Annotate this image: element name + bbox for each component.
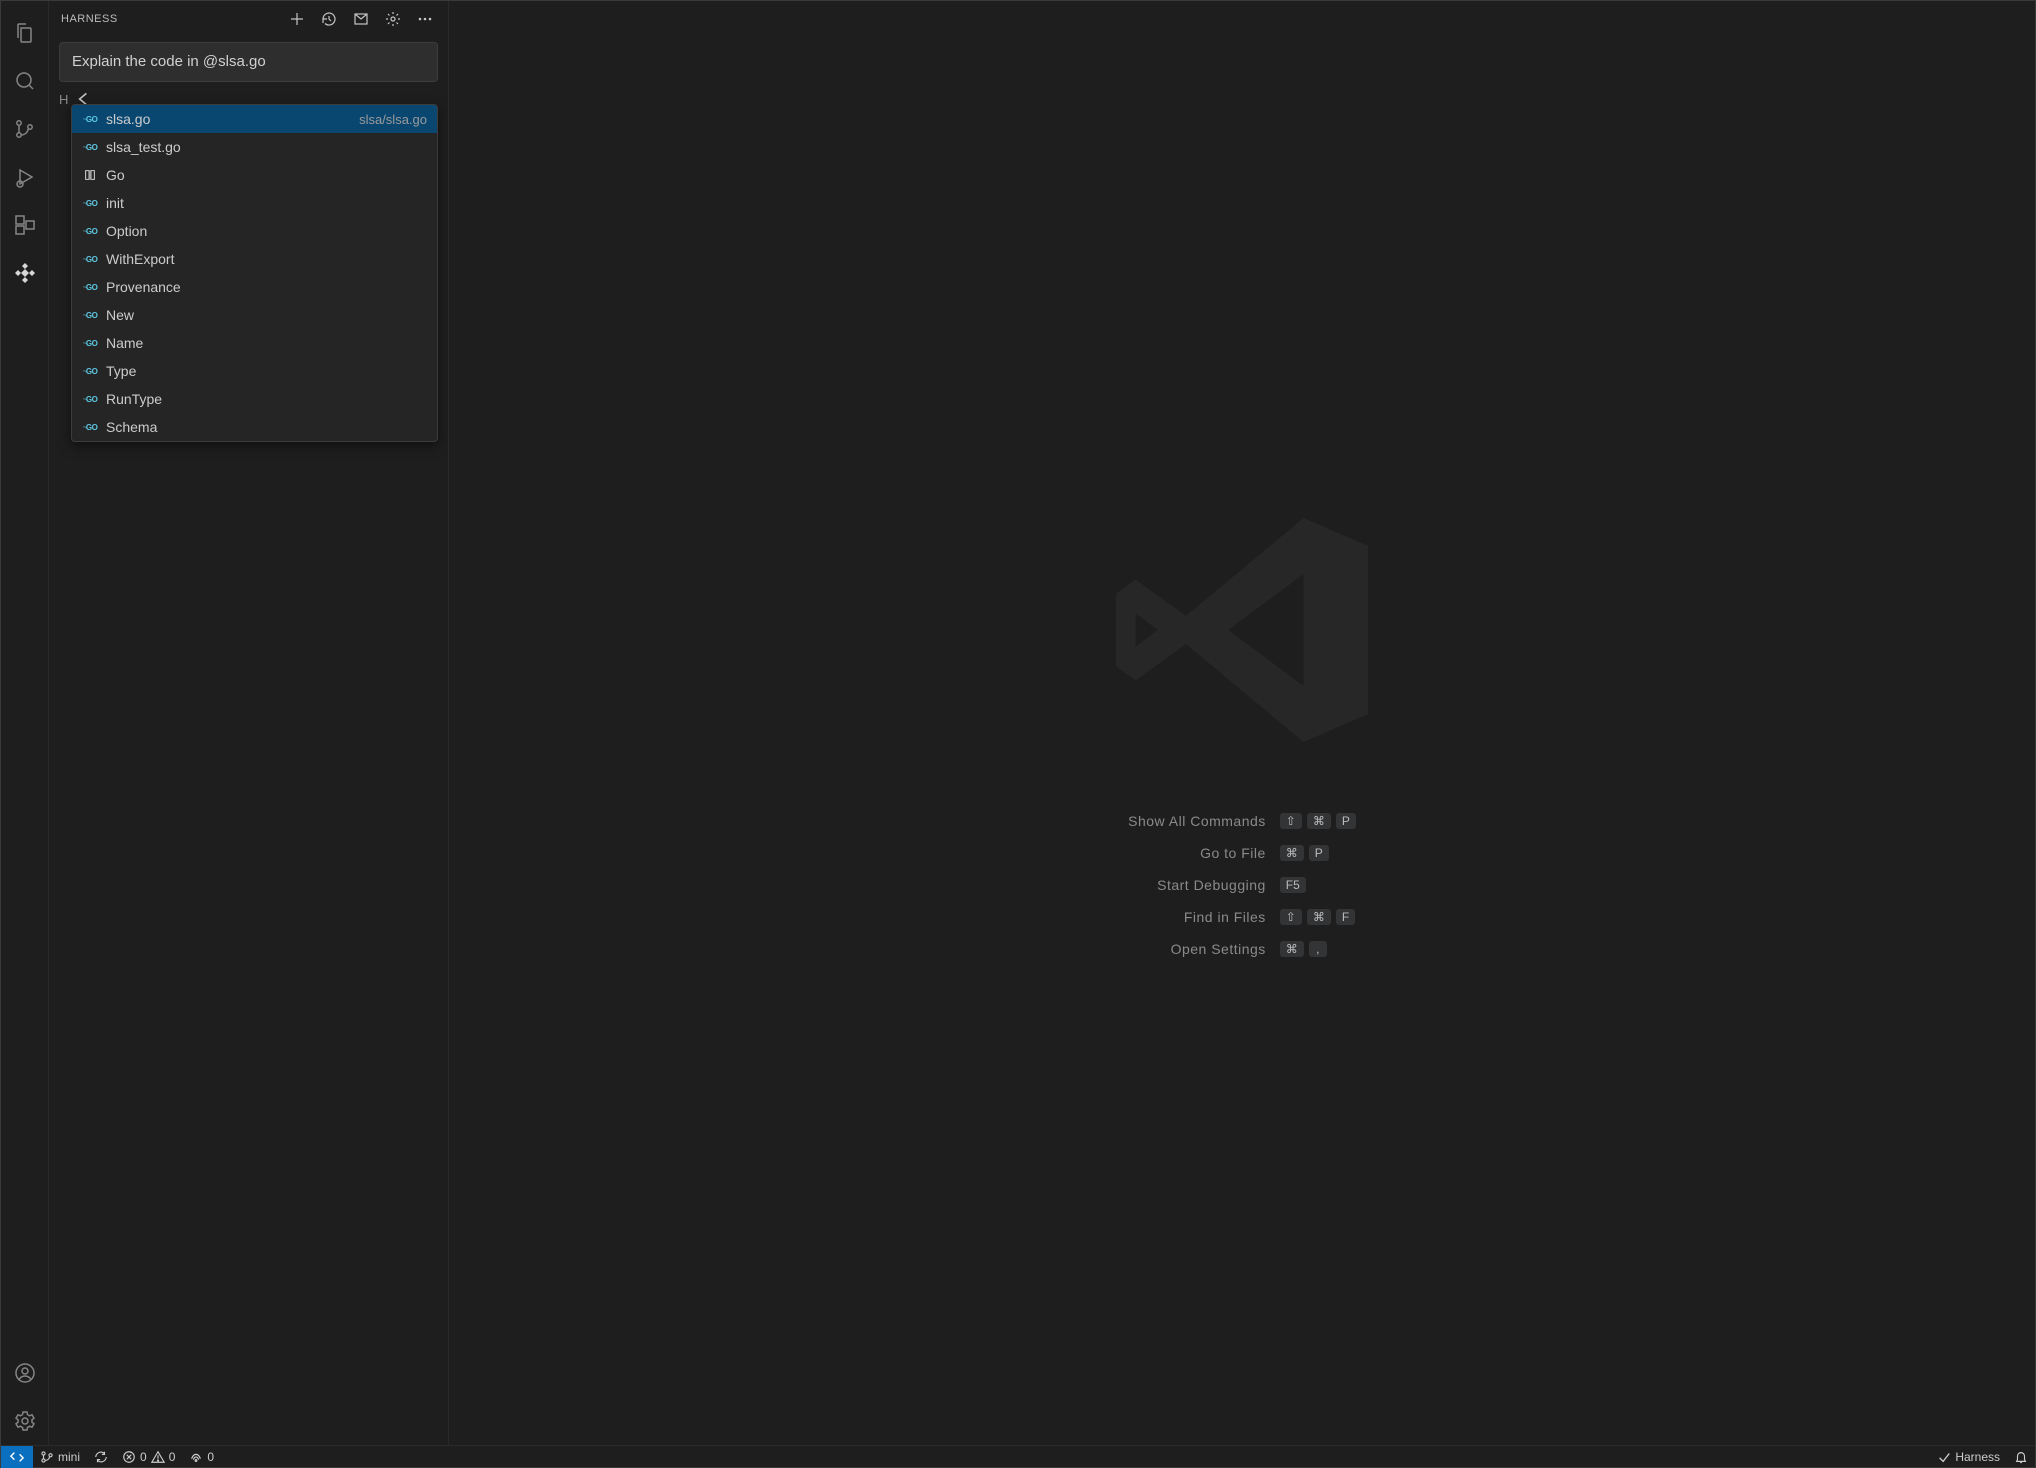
suggestion-label: Schema (106, 419, 157, 435)
key: F5 (1280, 877, 1306, 893)
status-problems[interactable]: 0 0 (115, 1446, 182, 1467)
suggestion-item[interactable]: GO slsa_test.go (72, 133, 437, 161)
suggestion-item[interactable]: GO slsa.go slsa/slsa.go (72, 105, 437, 133)
suggestion-item[interactable]: GO Option (72, 217, 437, 245)
error-count: 0 (140, 1450, 147, 1464)
suggestion-item[interactable]: GO Type (72, 357, 437, 385)
accounts-icon[interactable] (1, 1349, 49, 1397)
sidebar-panel: HARNESS (49, 1, 449, 1445)
go-file-icon: GO (82, 283, 98, 292)
shortcut-keys: ⌘, (1280, 941, 1356, 957)
shortcut-keys: ⌘P (1280, 845, 1356, 861)
suggestion-item[interactable]: GO RunType (72, 385, 437, 413)
status-harness-label: Harness (1955, 1450, 2000, 1464)
key: P (1309, 845, 1329, 861)
hint-prefix: H (59, 92, 68, 107)
sidebar-header-actions (286, 8, 436, 30)
key: , (1309, 941, 1327, 957)
go-file-icon: GO (82, 143, 98, 152)
branch-name: mini (58, 1450, 80, 1464)
go-file-icon: GO (82, 339, 98, 348)
status-harness[interactable]: Harness (1930, 1446, 2007, 1467)
new-chat-icon[interactable] (286, 8, 308, 30)
suggestion-item[interactable]: GO Provenance (72, 273, 437, 301)
suggestion-label: Name (106, 335, 143, 351)
go-file-icon: GO (82, 227, 98, 236)
go-file-icon: GO (82, 255, 98, 264)
key: ⇧ (1280, 909, 1302, 925)
warning-count: 0 (169, 1450, 176, 1464)
shortcut-label: Open Settings (1128, 941, 1266, 957)
main-area: HARNESS (1, 1, 2035, 1445)
status-bar: mini 0 0 0 Harness (1, 1445, 2035, 1467)
sidebar-header: HARNESS (49, 1, 448, 36)
settings-gear-icon[interactable] (1, 1397, 49, 1445)
vscode-watermark-icon (1102, 490, 1382, 773)
go-file-icon: GO (82, 311, 98, 320)
suggestion-label: init (106, 195, 124, 211)
sidebar-title: HARNESS (61, 13, 286, 25)
suggestion-item[interactable]: GO init (72, 189, 437, 217)
shortcut-label: Start Debugging (1128, 877, 1266, 893)
book-icon (82, 168, 98, 182)
harness-icon[interactable] (1, 249, 49, 297)
history-icon[interactable] (318, 8, 340, 30)
explorer-icon[interactable] (1, 9, 49, 57)
suggestion-detail: slsa/slsa.go (359, 112, 427, 127)
editor-area: Show All Commands⇧⌘PGo to File⌘PStart De… (449, 1, 2035, 1445)
shortcut-keys: ⇧ ⌘ F (1280, 909, 1356, 925)
sync-icon[interactable] (87, 1446, 115, 1467)
go-file-icon: GO (82, 395, 98, 404)
ports-count: 0 (207, 1450, 214, 1464)
key: ⌘ (1280, 845, 1304, 861)
key: ⌘ (1280, 941, 1304, 957)
search-icon[interactable] (1, 57, 49, 105)
suggestion-item[interactable]: GO WithExport (72, 245, 437, 273)
source-control-icon[interactable] (1, 105, 49, 153)
remote-indicator-icon[interactable] (1, 1446, 33, 1468)
shortcut-label: Go to File (1128, 845, 1266, 861)
suggestion-label: Type (106, 363, 136, 379)
chat-input[interactable]: Explain the code in @slsa.go (59, 42, 438, 82)
go-file-icon: GO (82, 367, 98, 376)
suggestion-popup: GO slsa.go slsa/slsa.go GO slsa_test.go Go GO i… (71, 104, 438, 442)
more-icon[interactable] (414, 8, 436, 30)
activity-bar (1, 1, 49, 1445)
shortcut-label: Find in Files (1128, 909, 1266, 925)
welcome-shortcuts: Show All Commands⇧⌘PGo to File⌘PStart De… (1128, 813, 1356, 957)
go-file-icon: GO (82, 115, 98, 124)
suggestion-label: slsa.go (106, 111, 150, 127)
bell-icon[interactable] (2007, 1446, 2035, 1467)
gear-icon[interactable] (382, 8, 404, 30)
key: ⇧ (1280, 813, 1302, 829)
suggestion-item[interactable]: GO Name (72, 329, 437, 357)
layout-icon[interactable] (350, 8, 372, 30)
suggestion-label: Option (106, 223, 147, 239)
key: F (1336, 909, 1355, 925)
suggestion-label: WithExport (106, 251, 174, 267)
suggestion-item[interactable]: GO Schema (72, 413, 437, 441)
suggestion-label: RunType (106, 391, 162, 407)
status-ports[interactable]: 0 (182, 1446, 221, 1467)
suggestion-label: Go (106, 167, 125, 183)
go-file-icon: GO (82, 423, 98, 432)
go-file-icon: GO (82, 199, 98, 208)
shortcut-keys: F5 (1280, 877, 1356, 893)
app-root: HARNESS (0, 0, 2036, 1468)
shortcut-label: Show All Commands (1128, 813, 1266, 829)
extensions-icon[interactable] (1, 201, 49, 249)
status-branch[interactable]: mini (33, 1446, 87, 1467)
shortcut-keys: ⇧ ⌘ P (1280, 813, 1356, 829)
key: P (1336, 813, 1356, 829)
suggestion-label: New (106, 307, 134, 323)
suggestion-item[interactable]: GO New (72, 301, 437, 329)
suggestion-label: slsa_test.go (106, 139, 181, 155)
run-debug-icon[interactable] (1, 153, 49, 201)
key: ⌘ (1307, 909, 1331, 925)
suggestion-item[interactable]: Go (72, 161, 437, 189)
suggestion-label: Provenance (106, 279, 181, 295)
key: ⌘ (1307, 813, 1331, 829)
